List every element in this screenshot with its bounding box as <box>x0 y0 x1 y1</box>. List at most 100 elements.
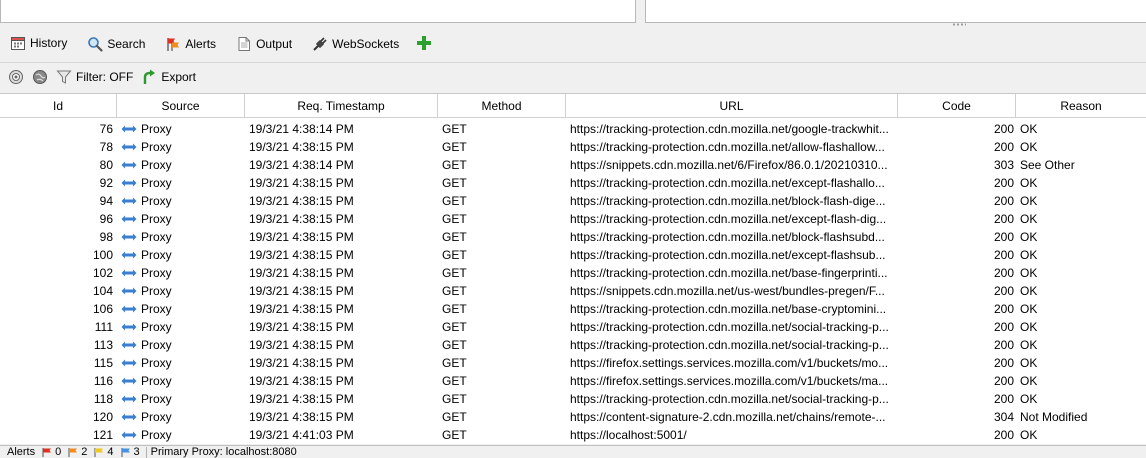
response-panel[interactable] <box>645 0 1146 23</box>
table-row[interactable]: 118 Proxy 19/3/21 4:38:15 PM GET https://tra… <box>0 390 1146 408</box>
cell-id: 94 <box>99 194 113 208</box>
alerts-high[interactable]: 0 <box>42 446 61 458</box>
cell-source: Proxy <box>117 390 245 408</box>
cell-timestamp: 19/3/21 4:38:15 PM <box>249 302 354 316</box>
cell-id: 104 <box>92 284 113 298</box>
table-row[interactable]: 102 Proxy 19/3/21 4:38:15 PM GET https://tra… <box>0 264 1146 282</box>
cell-source: Proxy <box>117 354 245 372</box>
tab-output-label: Output <box>256 37 293 51</box>
export-button[interactable]: Export <box>137 66 200 88</box>
cell-id: 111 <box>94 320 113 334</box>
col-header-source[interactable]: Source <box>117 94 245 118</box>
table-row[interactable]: 76 Proxy 19/3/21 4:38:14 PM GET https://trac… <box>0 120 1146 138</box>
alerts-medium[interactable]: 2 <box>68 446 87 458</box>
calendar-icon <box>10 35 26 51</box>
col-header-url[interactable]: URL <box>566 94 898 118</box>
cell-source: Proxy <box>117 336 245 354</box>
table-row[interactable]: 92 Proxy 19/3/21 4:38:15 PM GET https://trac… <box>0 174 1146 192</box>
table-row[interactable]: 98 Proxy 19/3/21 4:38:15 PM GET https://trac… <box>0 228 1146 246</box>
tab-alerts-label: Alerts <box>185 37 217 51</box>
proxy-arrow-icon <box>121 213 137 225</box>
proxy-arrow-icon <box>121 141 137 153</box>
cell-method: GET <box>442 320 467 334</box>
focus-button[interactable] <box>28 66 52 88</box>
cell-method: GET <box>442 284 467 298</box>
add-tab-button[interactable] <box>415 35 433 53</box>
proxy-arrow-icon <box>121 303 137 315</box>
table-row[interactable]: 96 Proxy 19/3/21 4:38:15 PM GET https://trac… <box>0 210 1146 228</box>
cell-code: 200 <box>993 194 1014 208</box>
table-row[interactable]: 104 Proxy 19/3/21 4:38:15 PM GET https://sni… <box>0 282 1146 300</box>
cell-timestamp: 19/3/21 4:41:03 PM <box>249 428 354 442</box>
cell-timestamp: 19/3/21 4:38:14 PM <box>249 122 354 136</box>
resize-grip[interactable] <box>952 23 966 26</box>
cell-code: 304 <box>993 410 1014 424</box>
col-header-code[interactable]: Code <box>898 94 1016 118</box>
alerts-low-count: 4 <box>107 446 114 458</box>
proxy-arrow-icon <box>121 195 137 207</box>
cell-reason: OK <box>1020 284 1038 298</box>
history-table: Id Source Req. Timestamp Method URL Code… <box>0 93 1146 444</box>
flags-icon <box>165 36 181 52</box>
cell-reason: OK <box>1020 122 1038 136</box>
cell-method: GET <box>442 266 467 280</box>
source-text: Proxy <box>141 356 172 370</box>
cell-source: Proxy <box>117 174 245 192</box>
table-row[interactable]: 121 Proxy 19/3/21 4:41:03 PM GET https://loc… <box>0 426 1146 444</box>
cell-id: 76 <box>99 122 113 136</box>
tab-search[interactable]: Search <box>77 30 155 58</box>
filter-button[interactable]: Filter: OFF <box>52 66 137 88</box>
filter-label: Filter: OFF <box>76 69 134 84</box>
request-panel[interactable] <box>0 0 636 23</box>
cell-id: 120 <box>92 410 113 424</box>
proxy-arrow-icon <box>121 249 137 261</box>
scope-button[interactable] <box>4 66 28 88</box>
cell-code: 200 <box>993 230 1014 244</box>
cell-source: Proxy <box>117 264 245 282</box>
proxy-arrow-icon <box>121 321 137 333</box>
table-row[interactable]: 120 Proxy 19/3/21 4:38:15 PM GET https://con… <box>0 408 1146 426</box>
source-text: Proxy <box>141 212 172 226</box>
col-header-reason[interactable]: Reason <box>1016 94 1146 118</box>
cell-source: Proxy <box>117 228 245 246</box>
table-row[interactable]: 116 Proxy 19/3/21 4:38:15 PM GET https://fir… <box>0 372 1146 390</box>
funnel-icon <box>56 69 72 85</box>
table-row[interactable]: 80 Proxy 19/3/21 4:38:14 PM GET https://snip… <box>0 156 1146 174</box>
source-text: Proxy <box>141 266 172 280</box>
source-text: Proxy <box>141 194 172 208</box>
table-row[interactable]: 106 Proxy 19/3/21 4:38:15 PM GET https://tra… <box>0 300 1146 318</box>
cell-source: Proxy <box>117 120 245 138</box>
tab-alerts[interactable]: Alerts <box>155 30 226 58</box>
cell-reason: OK <box>1020 266 1038 280</box>
tab-websockets[interactable]: WebSockets <box>302 30 409 58</box>
proxy-arrow-icon <box>121 159 137 171</box>
col-header-id[interactable]: Id <box>0 94 117 118</box>
cell-timestamp: 19/3/21 4:38:15 PM <box>249 212 354 226</box>
cell-timestamp: 19/3/21 4:38:15 PM <box>249 230 354 244</box>
table-row[interactable]: 115 Proxy 19/3/21 4:38:15 PM GET https://fir… <box>0 354 1146 372</box>
cell-reason: OK <box>1020 392 1038 406</box>
table-row[interactable]: 94 Proxy 19/3/21 4:38:15 PM GET https://trac… <box>0 192 1146 210</box>
table-row[interactable]: 78 Proxy 19/3/21 4:38:15 PM GET https://trac… <box>0 138 1146 156</box>
cell-timestamp: 19/3/21 4:38:15 PM <box>249 410 354 424</box>
cell-method: GET <box>442 392 467 406</box>
table-row[interactable]: 113 Proxy 19/3/21 4:38:15 PM GET https://tra… <box>0 336 1146 354</box>
cell-url: https://snippets.cdn.mozilla.net/6/Firef… <box>570 158 888 172</box>
alerts-low[interactable]: 4 <box>94 446 114 458</box>
cell-timestamp: 19/3/21 4:38:15 PM <box>249 392 354 406</box>
col-header-method[interactable]: Method <box>438 94 566 118</box>
target-icon <box>8 69 24 85</box>
cell-reason: OK <box>1020 140 1038 154</box>
cell-url: https://tracking-protection.cdn.mozilla.… <box>570 392 889 406</box>
magnifier-icon <box>87 36 103 52</box>
bottom-tabbar: History Search Alerts Output WebSockets <box>0 30 1146 58</box>
table-row[interactable]: 111 Proxy 19/3/21 4:38:15 PM GET https://tra… <box>0 318 1146 336</box>
table-row[interactable]: 100 Proxy 19/3/21 4:38:15 PM GET https://tra… <box>0 246 1146 264</box>
cell-method: GET <box>442 122 467 136</box>
cell-method: GET <box>442 212 467 226</box>
tab-history[interactable]: History <box>0 30 78 58</box>
col-header-timestamp[interactable]: Req. Timestamp <box>245 94 438 118</box>
proxy-arrow-icon <box>121 375 137 387</box>
tab-output[interactable]: Output <box>226 30 302 58</box>
alerts-info[interactable]: 3 <box>121 446 140 458</box>
